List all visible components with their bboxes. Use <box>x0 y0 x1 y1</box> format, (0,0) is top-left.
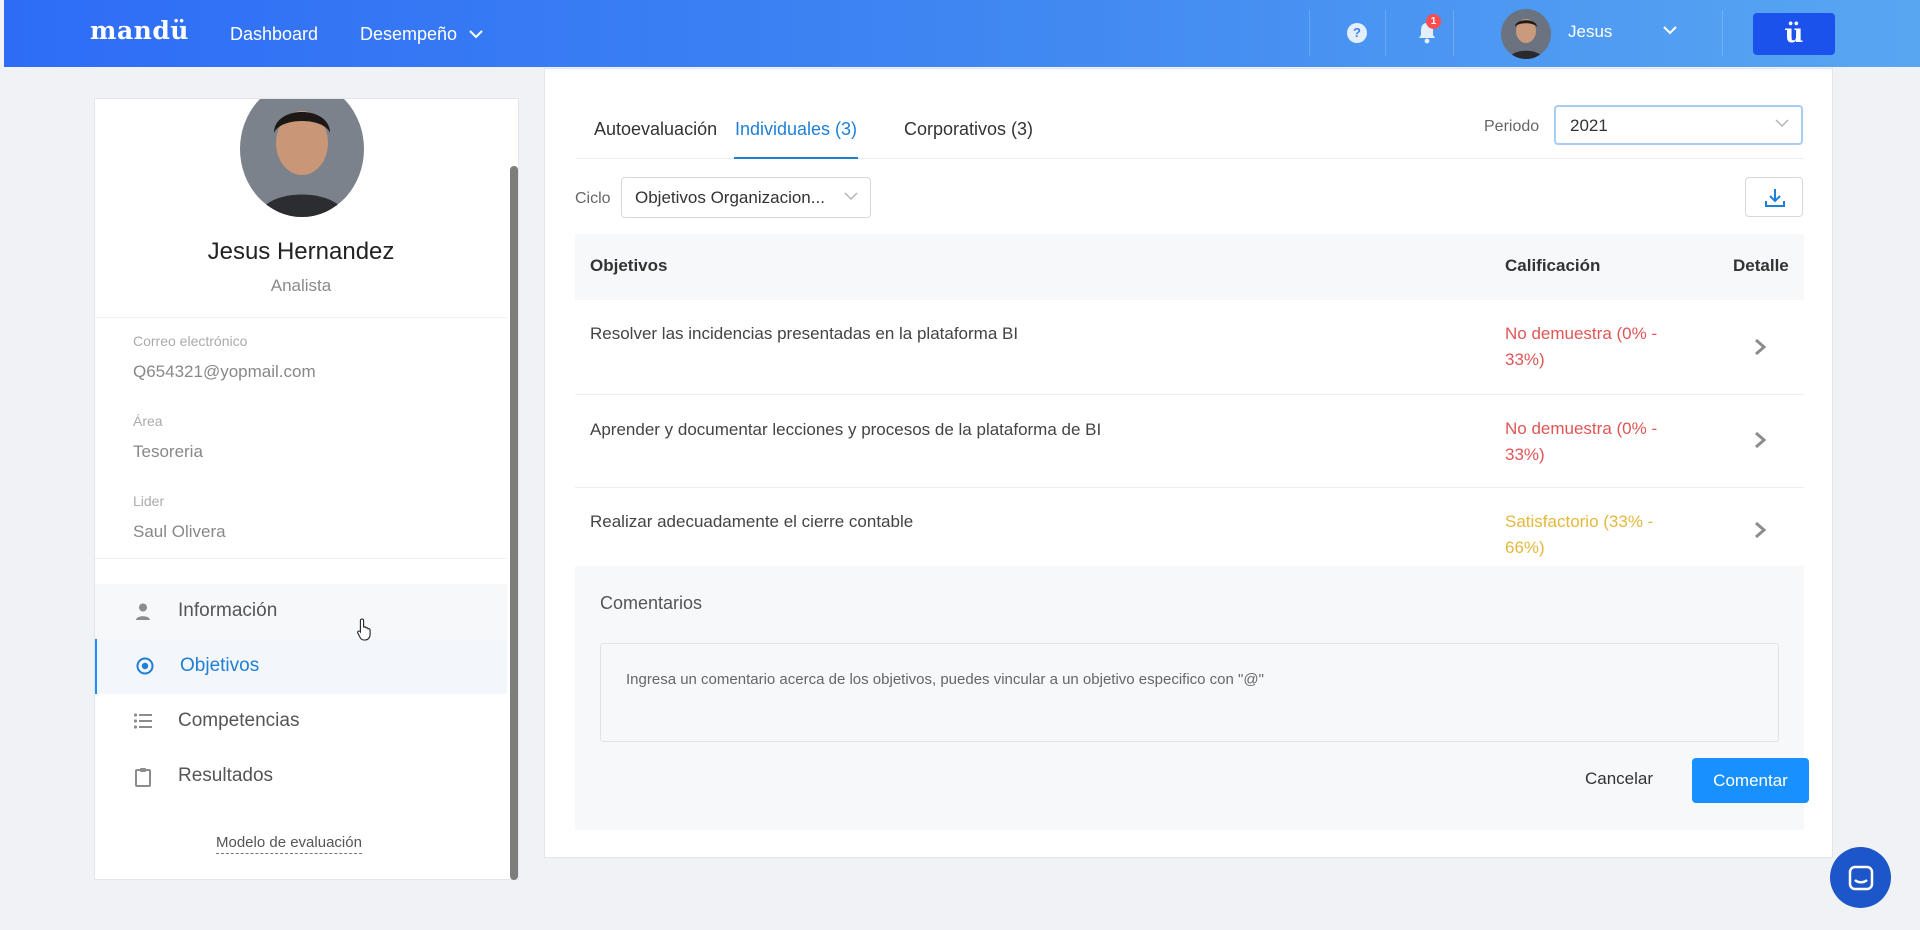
brand-app-button[interactable]: ü <box>1753 13 1835 55</box>
chat-launcher-button[interactable] <box>1830 847 1891 908</box>
chevron-right-icon[interactable] <box>1752 521 1768 539</box>
notification-badge: 1 <box>1426 14 1441 29</box>
list-icon <box>133 713 152 729</box>
header-objectives: Objetivos <box>590 256 668 275</box>
chat-icon <box>1848 865 1874 891</box>
objective-text: Realizar adecuadamente el cierre contabl… <box>590 512 914 531</box>
chevron-down-icon[interactable] <box>1663 26 1677 35</box>
cycle-select[interactable]: Objetivos Organizacion... <box>621 177 871 218</box>
menu-item-objetivos[interactable]: Objetivos <box>95 639 507 694</box>
email-value: Q654321@yopmail.com <box>133 362 316 381</box>
objectives-panel: Autoevaluación Individuales (3) Corporat… <box>544 68 1833 858</box>
profile-avatar <box>240 99 364 217</box>
nav-desempeno[interactable]: Desempeño <box>360 24 483 45</box>
menu-item-label: Competencias <box>178 710 300 731</box>
chevron-right-icon[interactable] <box>1752 338 1768 356</box>
table-header: Objetivos Calificación Detalle <box>575 234 1804 300</box>
user-icon <box>136 603 150 620</box>
chevron-right-icon[interactable] <box>1752 431 1768 449</box>
table-row[interactable]: Realizar adecuadamente el cierre contabl… <box>575 488 1804 568</box>
profile-scrollbar[interactable] <box>510 166 518 880</box>
header-divider <box>1453 10 1454 56</box>
tab-autoevaluacion[interactable]: Autoevaluación <box>594 117 717 159</box>
nav-desempeno-label: Desempeño <box>360 24 458 44</box>
chevron-down-icon <box>1775 119 1789 127</box>
chevron-down-icon <box>844 192 858 200</box>
objective-rating: No demuestra (0% - 33%) <box>1505 419 1658 464</box>
period-value: 2021 <box>1570 116 1608 135</box>
objective-rating: Satisfactorio (33% - 66%) <box>1505 512 1654 557</box>
menu-item-resultados[interactable]: Resultados <box>95 749 507 804</box>
profile-card: Jesus Hernandez Analista Correo electrón… <box>94 98 519 880</box>
header-username[interactable]: Jesus <box>1568 22 1612 42</box>
period-select[interactable]: 2021 <box>1554 105 1803 145</box>
objective-rating: No demuestra (0% - 33%) <box>1505 324 1658 369</box>
comments-title: Comentarios <box>600 593 703 613</box>
leader-value: Saul Olivera <box>133 522 226 541</box>
period-label: Periodo <box>1484 118 1540 135</box>
comment-textarea[interactable]: Ingresa un comentario acerca de los obje… <box>600 643 1779 742</box>
help-icon[interactable]: ? <box>1347 23 1367 43</box>
comment-placeholder: Ingresa un comentario acerca de los obje… <box>626 671 1264 688</box>
area-label: Área <box>133 413 163 429</box>
divider <box>95 558 507 559</box>
header-divider <box>1309 10 1310 56</box>
objectives-table: Objetivos Calificación Detalle Resolver … <box>575 234 1804 568</box>
email-label: Correo electrónico <box>133 333 248 349</box>
header-divider <box>1722 10 1723 56</box>
comment-button[interactable]: Comentar <box>1692 758 1809 803</box>
objective-text: Aprender y documentar lecciones y proces… <box>590 420 1102 439</box>
tab-individuales[interactable]: Individuales (3) <box>734 117 858 159</box>
app-logo[interactable]: mandü <box>90 16 189 45</box>
header-divider <box>1385 10 1386 56</box>
clipboard-icon <box>135 768 151 787</box>
hand-cursor-icon <box>357 618 371 641</box>
header-detail: Detalle <box>1733 256 1789 275</box>
menu-item-label: Resultados <box>178 765 274 786</box>
chevron-down-icon <box>469 30 483 39</box>
tab-corporativos[interactable]: Corporativos (3) <box>904 117 1033 159</box>
nav-dashboard[interactable]: Dashboard <box>230 24 318 45</box>
comments-section: Comentarios Ingresa un comentario acerca… <box>575 566 1809 830</box>
header-rating: Calificación <box>1505 256 1601 275</box>
divider <box>95 317 507 318</box>
target-icon <box>136 657 154 675</box>
profile-role: Analista <box>270 276 332 295</box>
table-row[interactable]: Aprender y documentar lecciones y proces… <box>575 395 1804 488</box>
area-value: Tesoreria <box>133 442 203 461</box>
profile-name: Jesus Hernandez <box>207 238 395 265</box>
cycle-value: Objetivos Organizacion... <box>635 188 825 207</box>
menu-item-informacion[interactable]: Información <box>95 584 507 639</box>
download-button[interactable] <box>1745 177 1803 217</box>
download-icon <box>1765 189 1785 207</box>
menu-item-competencias[interactable]: Competencias <box>95 694 507 749</box>
cycle-label: Ciclo <box>575 190 611 207</box>
objective-text: Resolver las incidencias presentadas en … <box>590 324 1019 343</box>
menu-item-label: Objetivos <box>180 655 260 676</box>
top-navbar: mandü Dashboard Desempeño ? 1 Jesus ü <box>4 0 1920 67</box>
leader-label: Lider <box>133 493 165 509</box>
table-row[interactable]: Resolver las incidencias presentadas en … <box>575 300 1804 395</box>
menu-item-label: Información <box>178 600 278 621</box>
header-avatar[interactable] <box>1501 9 1551 59</box>
model-evaluation-link[interactable]: Modelo de evaluación <box>216 834 362 854</box>
cancel-button[interactable]: Cancelar <box>1585 769 1653 789</box>
